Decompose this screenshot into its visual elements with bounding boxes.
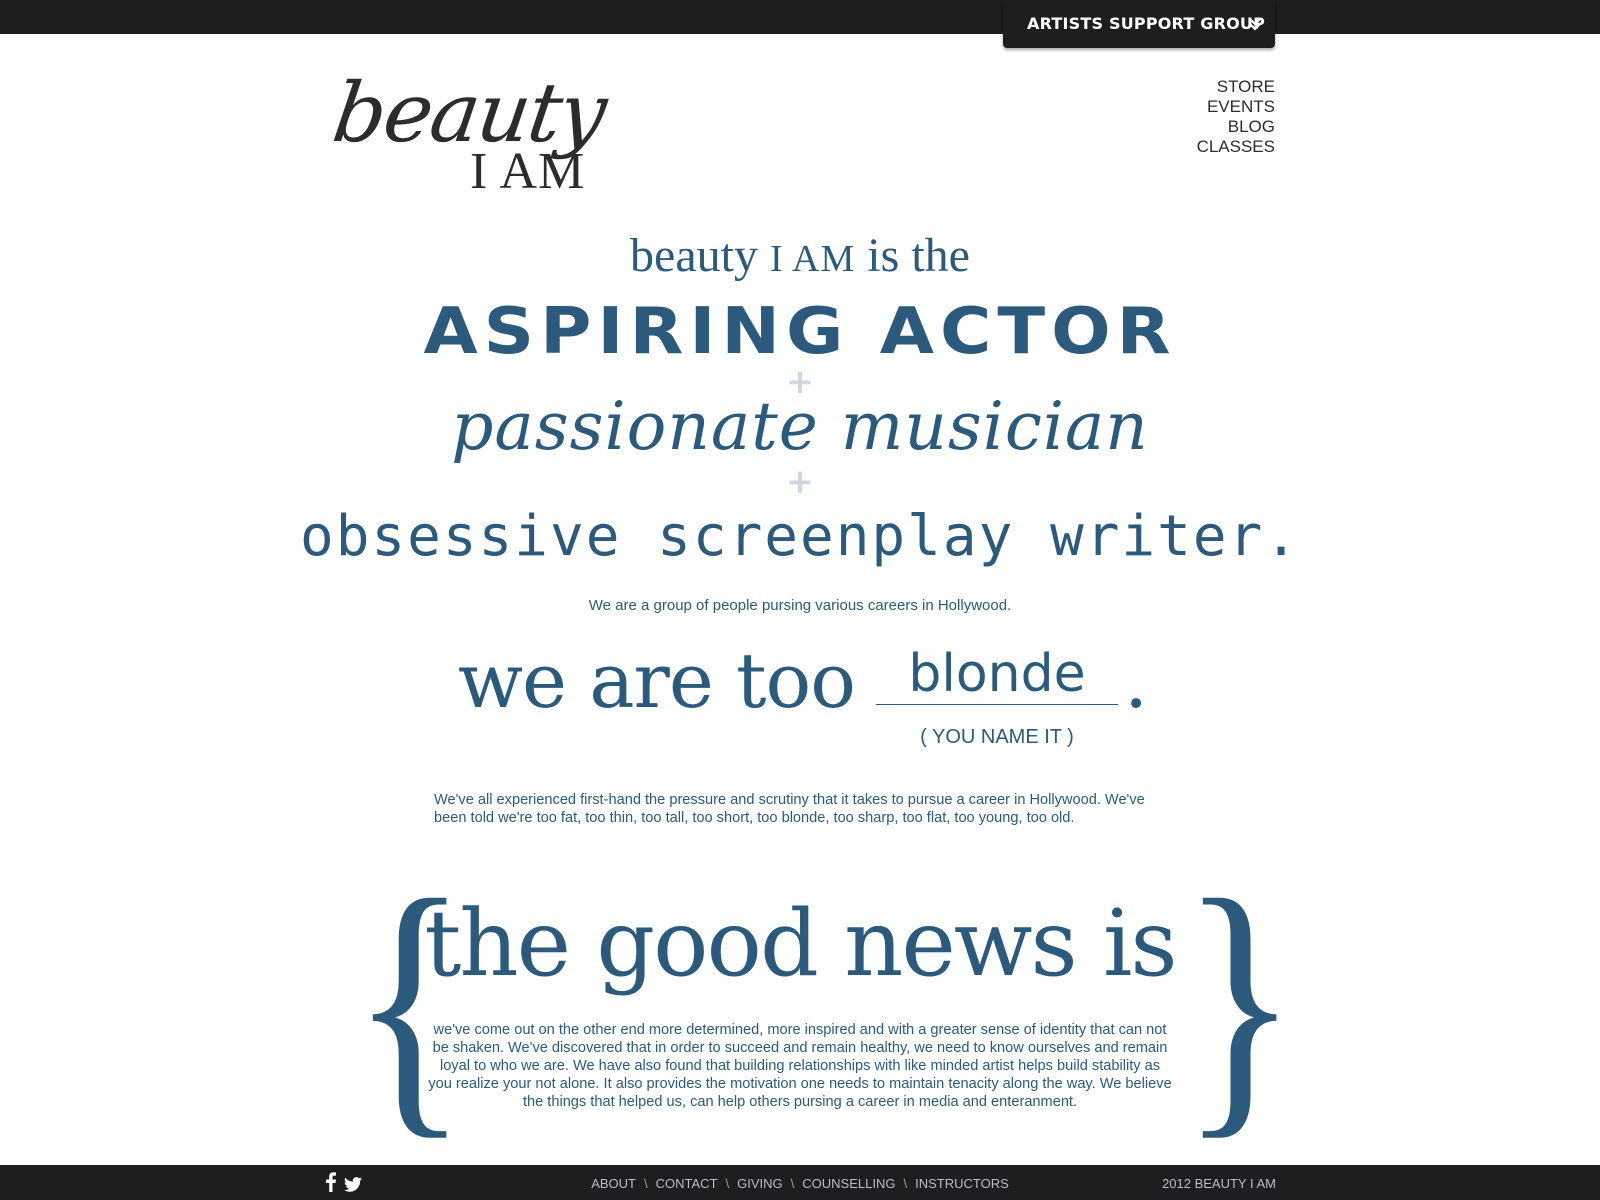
footer-link-contact[interactable]: CONTACT bbox=[656, 1176, 718, 1191]
good-news-paragraph: we've come out on the other end more det… bbox=[428, 1022, 1172, 1110]
footer-separator: \ bbox=[790, 1176, 795, 1191]
nav-item-events[interactable]: EVENTS bbox=[1197, 97, 1275, 117]
footer-separator: \ bbox=[903, 1176, 908, 1191]
hero-intro-line: beauty I AM is the bbox=[0, 228, 1600, 283]
footer-separator: \ bbox=[725, 1176, 730, 1191]
hero-intro-caps: I AM bbox=[770, 238, 856, 280]
footer-link-counselling[interactable]: COUNSELLING bbox=[802, 1176, 895, 1191]
artists-support-group-dropdown[interactable]: ARTISTS SUPPORT GROUP bbox=[1003, 0, 1275, 48]
footer: ABOUT \ CONTACT \ GIVING \ COUNSELLING \ INSTRUC… bbox=[0, 1165, 1600, 1200]
too-lead-text: we are too bbox=[458, 636, 856, 725]
footer-separator: \ bbox=[644, 1176, 648, 1191]
footer-nav: ABOUT \ CONTACT \ GIVING \ COUNSELLING \ INSTRUC… bbox=[0, 1176, 1600, 1191]
hero-intro-prefix: beauty bbox=[630, 229, 758, 282]
pressure-paragraph: We've all experienced first-hand the pre… bbox=[434, 792, 1145, 826]
footer-link-instructors[interactable]: INSTRUCTORS bbox=[915, 1176, 1009, 1191]
role-passionate-musician: passionate musician bbox=[451, 388, 1149, 465]
too-period: . bbox=[1124, 636, 1149, 725]
too-statement: we are too . ( YOU NAME IT ) bbox=[0, 636, 1600, 756]
footer-link-giving[interactable]: GIVING bbox=[737, 1176, 783, 1191]
main-nav: STORE EVENTS BLOG CLASSES bbox=[1197, 77, 1275, 157]
double-chevron-down-icon bbox=[1249, 18, 1261, 31]
you-name-it-hint: ( YOU NAME IT ) bbox=[920, 726, 1074, 748]
nav-item-classes[interactable]: CLASSES bbox=[1197, 137, 1275, 157]
good-news-heading: the good news is bbox=[424, 890, 1177, 997]
nav-item-store[interactable]: STORE bbox=[1197, 77, 1275, 97]
footer-link-about[interactable]: ABOUT bbox=[591, 1176, 636, 1191]
nav-item-blog[interactable]: BLOG bbox=[1197, 117, 1275, 137]
plus-divider: + bbox=[785, 462, 815, 502]
too-blank-input[interactable] bbox=[876, 644, 1118, 705]
logo-caps-text: I AM bbox=[470, 143, 586, 200]
role-aspiring-actor: ASPIRING ACTOR bbox=[423, 293, 1177, 369]
beauty-i-am-logo[interactable]: beauty I AM bbox=[327, 66, 612, 206]
artists-support-group-label: ARTISTS SUPPORT GROUP bbox=[1027, 14, 1266, 33]
footer-copyright: 2012 BEAUTY I AM bbox=[1162, 1176, 1276, 1191]
hero-tagline: We are a group of people pursing various… bbox=[588, 597, 1012, 614]
top-bar bbox=[0, 0, 1600, 34]
hero-intro-suffix: is the bbox=[867, 229, 970, 282]
role-screenplay-writer: obsessive screenplay writer. bbox=[299, 504, 1300, 569]
